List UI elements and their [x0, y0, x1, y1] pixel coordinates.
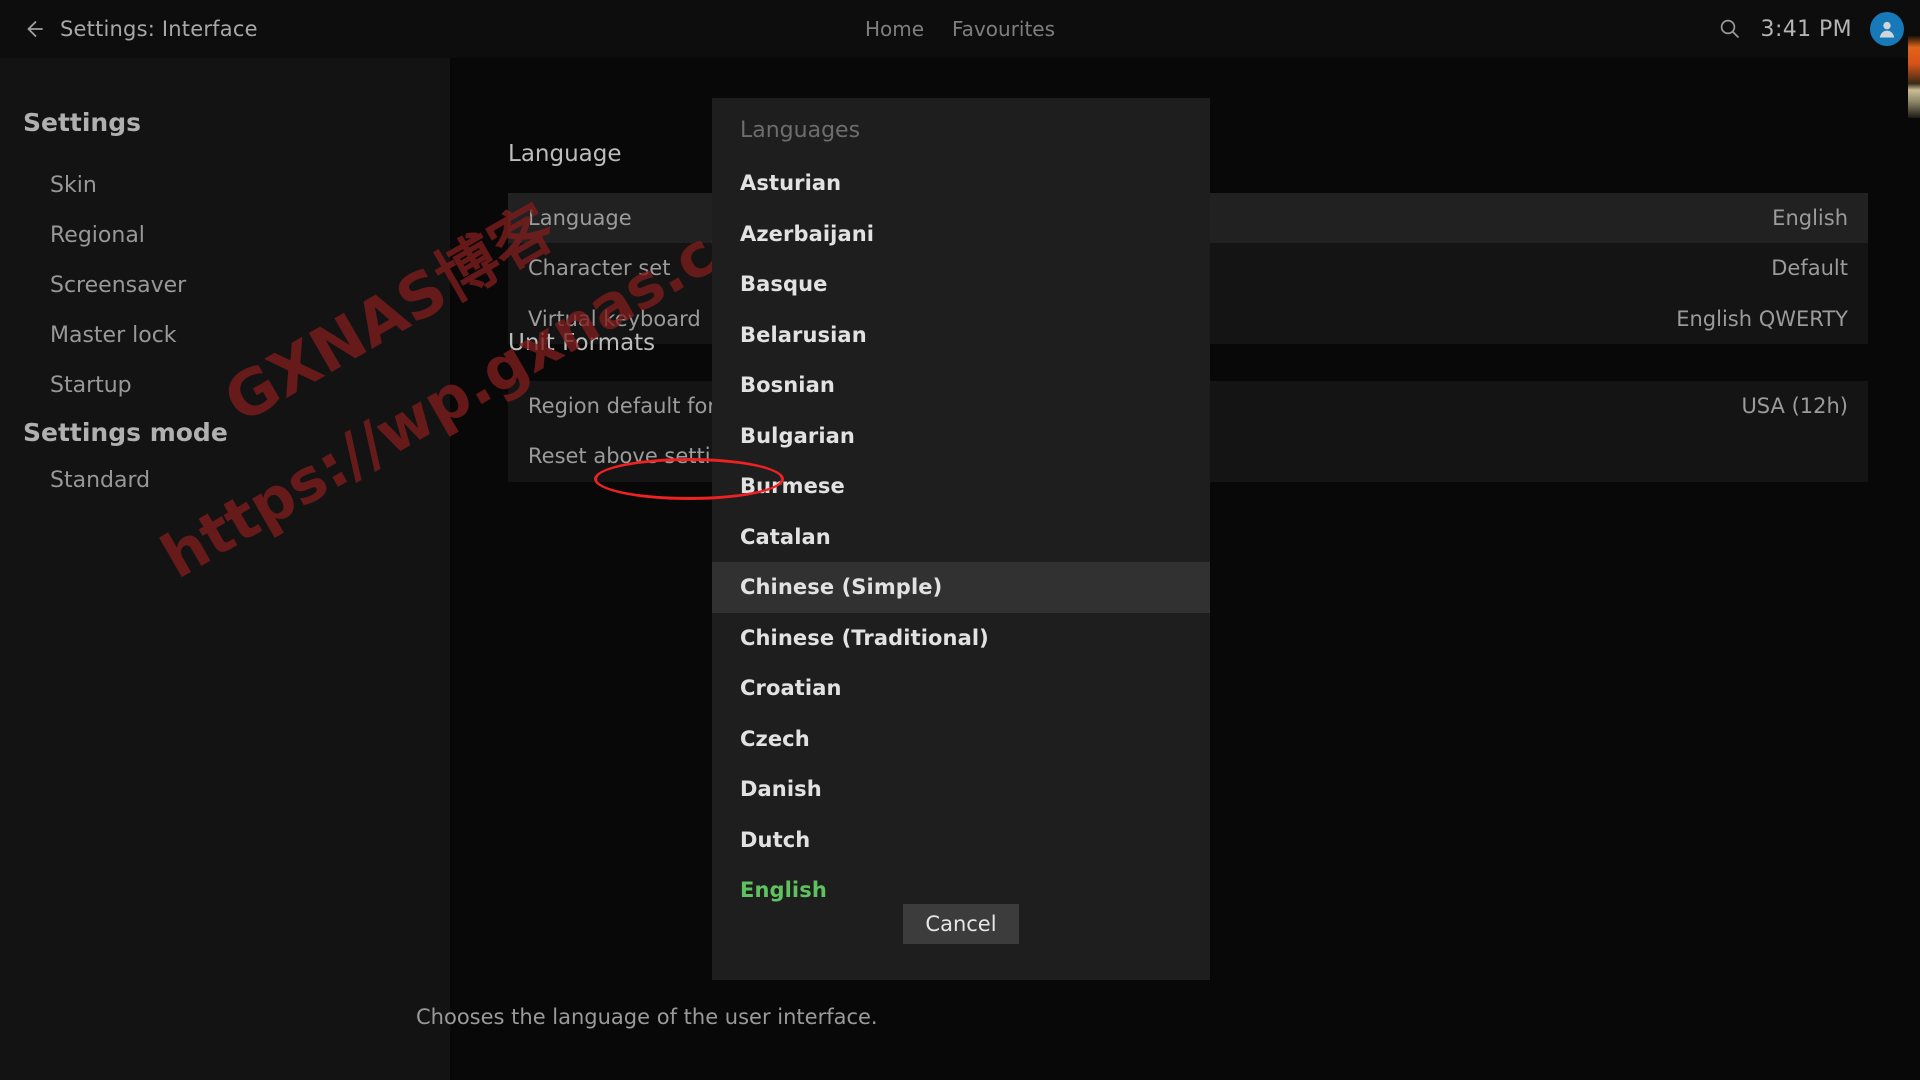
sidebar-item-startup[interactable]: Startup [50, 373, 132, 398]
list-item[interactable]: Catalan [712, 512, 1210, 563]
nav-item-home[interactable]: Home [865, 17, 924, 41]
sidebar-heading-settings: Settings [23, 108, 141, 137]
row-value: Default [1771, 256, 1868, 280]
sidebar: Settings Skin Regional Screensaver Maste… [0, 58, 450, 1080]
list-item[interactable]: Chinese (Traditional) [712, 613, 1210, 664]
top-bar-right-cluster: 3:41 PM [1717, 0, 1904, 58]
list-item[interactable]: Croatian [712, 663, 1210, 714]
user-avatar-icon[interactable] [1870, 12, 1904, 46]
top-bar: Settings: Interface Home Favourites 3:41… [0, 0, 1920, 58]
edge-thumbnail-sliver [1908, 36, 1920, 118]
section-title-language: Language [508, 141, 622, 167]
nav-item-favourites[interactable]: Favourites [952, 17, 1055, 41]
list-item[interactable]: Azerbaijani [712, 209, 1210, 260]
app-root: Settings: Interface Home Favourites 3:41… [0, 0, 1920, 1080]
clock: 3:41 PM [1761, 17, 1852, 42]
language-list[interactable]: Asturian Azerbaijani Basque Belarusian B… [712, 158, 1210, 916]
row-label: Virtual keyboard [508, 307, 701, 331]
list-item[interactable]: Basque [712, 259, 1210, 310]
setting-description: Chooses the language of the user interfa… [416, 1005, 878, 1029]
language-select-dialog: Languages Asturian Azerbaijani Basque Be… [712, 98, 1210, 980]
list-item[interactable]: Belarusian [712, 310, 1210, 361]
search-icon[interactable] [1717, 16, 1743, 42]
row-label: Character set [508, 256, 670, 280]
list-item[interactable]: Bulgarian [712, 411, 1210, 462]
section-title-unit-formats: Unit Formats [508, 330, 655, 356]
top-nav: Home Favourites [0, 0, 1920, 58]
sidebar-item-regional[interactable]: Regional [50, 223, 145, 248]
dialog-title: Languages [740, 118, 860, 143]
list-item-chinese-simple[interactable]: Chinese (Simple) [712, 562, 1210, 613]
dialog-footer: Cancel [712, 904, 1210, 944]
list-item[interactable]: Bosnian [712, 360, 1210, 411]
list-item[interactable]: Burmese [712, 461, 1210, 512]
sidebar-item-master-lock[interactable]: Master lock [50, 323, 177, 348]
list-item[interactable]: Czech [712, 714, 1210, 765]
sidebar-item-skin[interactable]: Skin [50, 173, 97, 198]
list-item[interactable]: Danish [712, 764, 1210, 815]
row-value: English [1772, 206, 1868, 230]
row-value: USA (12h) [1741, 394, 1868, 418]
row-value: English QWERTY [1676, 307, 1868, 331]
sidebar-heading-settings-mode: Settings mode [23, 418, 228, 447]
list-item[interactable]: Asturian [712, 158, 1210, 209]
row-label: Language [508, 206, 632, 230]
list-item[interactable]: Dutch [712, 815, 1210, 866]
cancel-button[interactable]: Cancel [903, 904, 1018, 944]
sidebar-item-standard[interactable]: Standard [50, 468, 150, 493]
sidebar-item-screensaver[interactable]: Screensaver [50, 273, 186, 298]
